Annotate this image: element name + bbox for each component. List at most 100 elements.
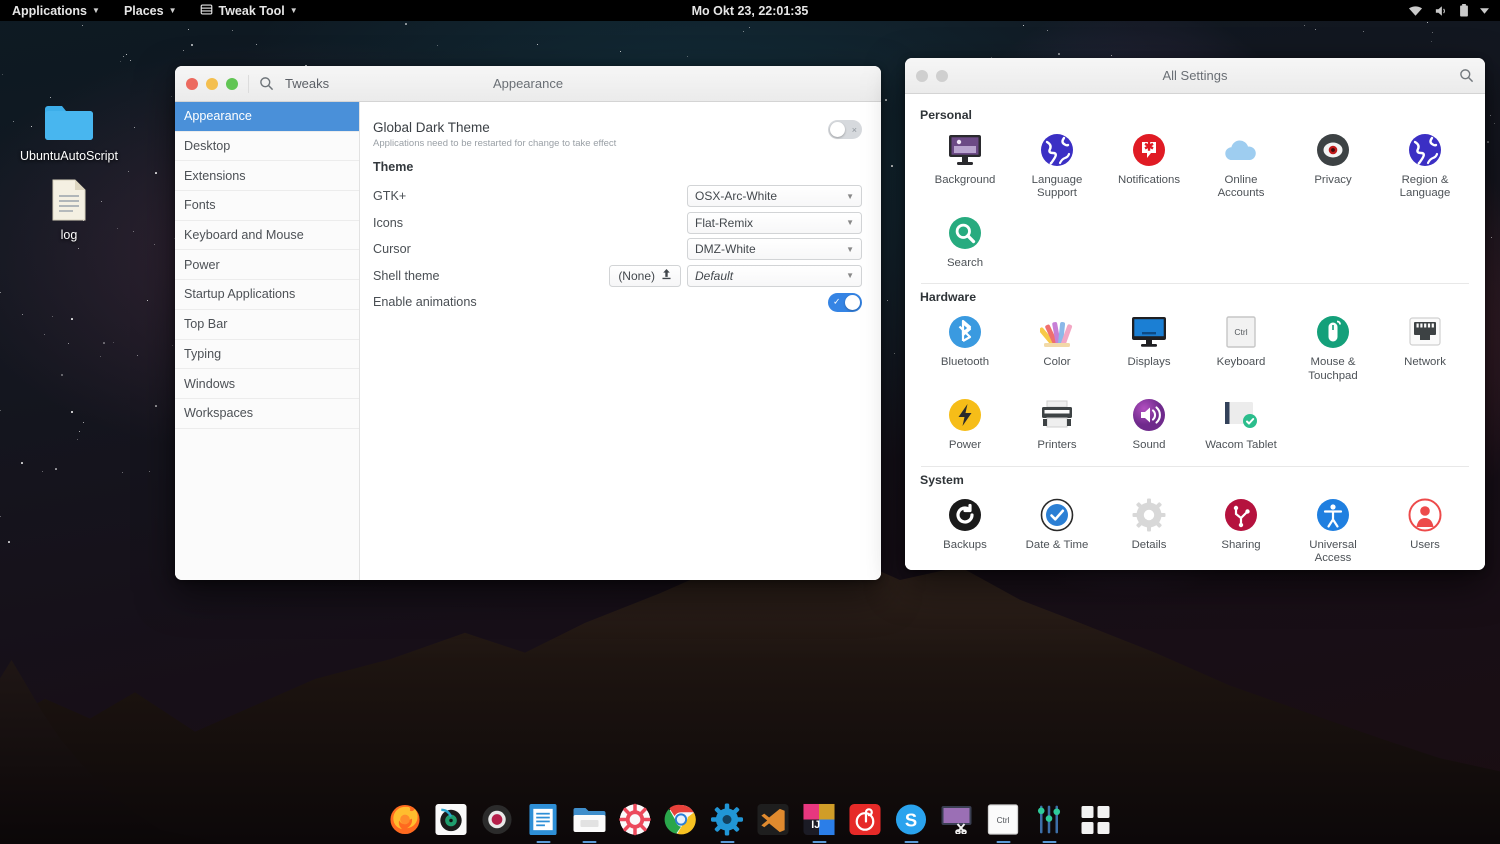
- settings-titlebar[interactable]: All Settings: [905, 58, 1485, 94]
- dock-item-media-player[interactable]: [480, 802, 515, 837]
- enable-animations-toggle[interactable]: ✓: [828, 292, 862, 312]
- desktop-icon-log[interactable]: log: [19, 178, 119, 243]
- settings-item-notifications[interactable]: ✱ Notifications: [1103, 126, 1195, 209]
- sidebar-item-typing[interactable]: Typing: [175, 340, 359, 370]
- global-dark-theme-toggle[interactable]: ×: [828, 120, 862, 139]
- cursor-theme-dropdown[interactable]: DMZ-White ▼: [687, 238, 862, 261]
- settings-item-backups[interactable]: Backups: [919, 491, 1011, 570]
- minimize-button[interactable]: [936, 69, 948, 82]
- dock-item-audio-mixer[interactable]: [1032, 802, 1067, 837]
- backup-loop-icon: [947, 497, 983, 533]
- sidebar-item-power[interactable]: Power: [175, 250, 359, 281]
- settings-item-privacy[interactable]: Privacy: [1287, 126, 1379, 209]
- close-button[interactable]: [186, 77, 198, 90]
- settings-item-label: Color: [1043, 356, 1071, 369]
- dock-item-settings[interactable]: [710, 802, 745, 837]
- settings-item-date-time[interactable]: Date & Time: [1011, 491, 1103, 570]
- dock-item-rhythmbox[interactable]: [434, 802, 469, 837]
- settings-item-wacom-tablet[interactable]: Wacom Tablet: [1195, 391, 1287, 460]
- settings-item-label: Printers: [1037, 439, 1077, 452]
- dock-item-files[interactable]: [572, 802, 607, 837]
- settings-item-users[interactable]: Users: [1379, 491, 1471, 570]
- sidebar-item-label: Appearance: [184, 109, 252, 124]
- dock-item-intellij-idea[interactable]: IJ: [802, 802, 837, 837]
- tweaks-main-panel: Global Dark Theme Applications need to b…: [360, 102, 881, 580]
- settings-item-power[interactable]: Power: [919, 391, 1011, 460]
- settings-item-sound[interactable]: Sound: [1103, 391, 1195, 460]
- shell-theme-dropdown[interactable]: Default ▼: [687, 264, 862, 287]
- settings-item-bluetooth[interactable]: Bluetooth: [919, 308, 1011, 391]
- menu-applications[interactable]: Applications ▼: [0, 0, 112, 21]
- settings-item-label: Notifications: [1117, 174, 1181, 186]
- dock-item-skype[interactable]: S: [894, 802, 929, 837]
- tweaks-page-title: Appearance: [492, 76, 564, 91]
- settings-item-color[interactable]: Color: [1011, 308, 1103, 391]
- sidebar-item-appearance[interactable]: Appearance: [175, 102, 359, 132]
- desktop-icon-folder[interactable]: UbuntuAutoScript: [19, 101, 119, 164]
- settings-item-region-language[interactable]: Region & Language: [1379, 126, 1471, 209]
- battery-icon[interactable]: [1459, 4, 1469, 17]
- speaker-icon: [1131, 397, 1167, 433]
- icons-theme-dropdown[interactable]: Flat-Remix ▼: [687, 211, 862, 234]
- sidebar-item-keyboard-and-mouse[interactable]: Keyboard and Mouse: [175, 221, 359, 251]
- setting-row-shell-theme: Shell theme (None) Default ▼: [373, 263, 862, 290]
- shell-theme-upload-button[interactable]: (None): [609, 264, 681, 287]
- share-nodes-icon: [1223, 497, 1259, 533]
- animations-label: Enable animations: [373, 295, 477, 310]
- dock-item-chrome[interactable]: [664, 802, 699, 837]
- tweaks-body: Appearance Desktop Extensions Fonts Keyboard…: [175, 102, 881, 580]
- dock-item-help[interactable]: [618, 802, 653, 837]
- sidebar-item-workspaces[interactable]: Workspaces: [175, 399, 359, 429]
- search-icon[interactable]: [1459, 68, 1474, 83]
- settings-item-mouse-touchpad[interactable]: Mouse & Touchpad: [1287, 308, 1379, 391]
- window-controls: [186, 77, 238, 90]
- settings-window[interactable]: All Settings Personal Background Language …: [905, 58, 1485, 570]
- upload-icon: [661, 268, 672, 283]
- sidebar-item-fonts[interactable]: Fonts: [175, 191, 359, 221]
- settings-item-language-support[interactable]: Language Support: [1011, 126, 1103, 209]
- chevron-down-icon[interactable]: [1480, 7, 1489, 14]
- shell-theme-label: Shell theme: [373, 268, 440, 283]
- settings-item-label: Sound: [1132, 439, 1166, 452]
- dock-item-app-grid[interactable]: [1078, 802, 1113, 837]
- minimize-button[interactable]: [206, 77, 218, 90]
- menu-tweak-tool[interactable]: Tweak Tool ▼: [188, 0, 309, 21]
- maximize-button[interactable]: [226, 77, 238, 90]
- volume-icon[interactable]: [1434, 5, 1448, 17]
- sidebar-item-windows[interactable]: Windows: [175, 369, 359, 399]
- settings-item-network[interactable]: Network: [1379, 308, 1471, 391]
- status-indicators: [1408, 4, 1500, 17]
- settings-item-printers[interactable]: Printers: [1011, 391, 1103, 460]
- settings-item-label: Mouse & Touchpad: [1308, 356, 1358, 382]
- tweaks-window[interactable]: Tweaks Appearance Appearance Desktop Exten…: [175, 66, 881, 580]
- settings-item-details[interactable]: Details: [1103, 491, 1195, 570]
- tweaks-titlebar[interactable]: Tweaks Appearance: [175, 66, 881, 102]
- settings-section-heading-personal: Personal: [920, 108, 972, 122]
- dock-item-libreoffice-writer[interactable]: [526, 802, 561, 837]
- sidebar-item-extensions[interactable]: Extensions: [175, 161, 359, 192]
- wifi-icon[interactable]: [1408, 5, 1423, 17]
- dock-item-netease-music[interactable]: [848, 802, 883, 837]
- settings-item-background[interactable]: Background: [919, 126, 1011, 209]
- menu-tweak-tool-label: Tweak Tool: [218, 3, 285, 18]
- settings-item-keyboard[interactable]: Ctrl Keyboard: [1195, 308, 1287, 391]
- dock-item-screenshot[interactable]: [940, 802, 975, 837]
- cloud-icon: [1223, 132, 1259, 168]
- search-icon[interactable]: [259, 76, 274, 91]
- close-button[interactable]: [916, 69, 928, 82]
- dock-item-firefox[interactable]: [388, 802, 423, 837]
- settings-item-online-accounts[interactable]: Online Accounts: [1195, 126, 1287, 209]
- menu-places[interactable]: Places ▼: [112, 0, 189, 21]
- settings-item-sharing[interactable]: Sharing: [1195, 491, 1287, 570]
- dock-item-keyboard-ctrl[interactable]: Ctrl: [986, 802, 1021, 837]
- settings-item-universal-access[interactable]: Universal Access: [1287, 491, 1379, 570]
- sidebar-item-desktop[interactable]: Desktop: [175, 132, 359, 162]
- clock[interactable]: Mo Okt 23, 22:01:35: [692, 4, 809, 18]
- settings-item-displays[interactable]: Displays: [1103, 308, 1195, 391]
- settings-item-search[interactable]: Search: [919, 209, 1011, 278]
- sidebar-item-startup-applications[interactable]: Startup Applications: [175, 280, 359, 310]
- settings-window-controls: [916, 69, 948, 82]
- gtk-theme-dropdown[interactable]: OSX-Arc-White ▼: [687, 185, 862, 208]
- sidebar-item-top-bar[interactable]: Top Bar: [175, 310, 359, 340]
- dock-item-vscode[interactable]: [756, 802, 791, 837]
